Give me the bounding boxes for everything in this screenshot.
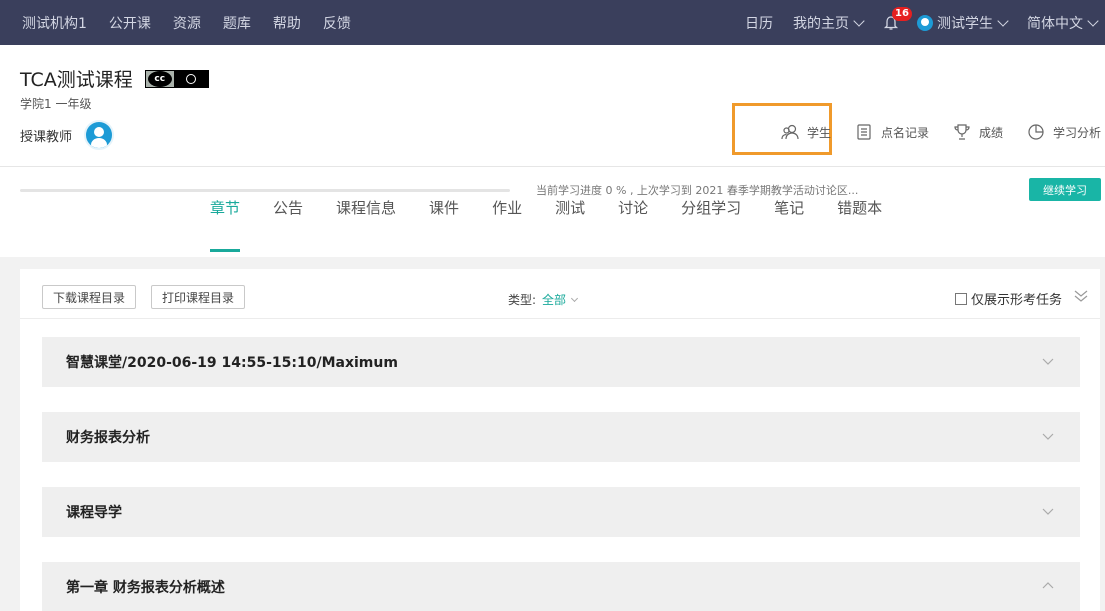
chevron-down-icon [571,294,579,302]
header-divider [0,166,1105,167]
user-menu[interactable]: 测试学生 [917,13,1009,33]
print-catalog-button[interactable]: 打印课程目录 [151,285,246,309]
type-filter-value: 全部 [542,293,567,307]
teacher-avatar[interactable] [84,120,115,150]
chapter-toolbar: 下载课程目录 打印课程目录 类型: 全部 仅展示形考任务 [20,269,1100,319]
notification-button[interactable]: 16 [883,6,912,31]
cc-license-logo: cc [144,69,209,88]
attendance-button[interactable]: 点名记录 [855,123,929,141]
tab-tests[interactable]: 测试 [555,197,585,235]
tab-chapters[interactable]: 章节 [210,197,241,252]
user-name: 测试学生 [937,15,993,32]
chapter-title: 第一章 财务报表分析概述 [66,580,225,596]
my-home-menu[interactable]: 我的主页 [793,13,865,33]
chevron-down-icon [853,14,865,27]
checkbox-icon [954,292,967,305]
pie-chart-icon [1028,124,1044,140]
analysis-label: 学习分析 [1052,125,1101,140]
chevron-down-icon [1042,433,1054,440]
attendance-label: 点名记录 [880,125,929,140]
chevron-down-icon [1087,14,1099,27]
nav-link-question-bank[interactable]: 题库 [223,13,251,33]
people-icon [781,124,799,140]
grades-label: 成绩 [978,125,1003,140]
bell-icon: 16 [883,6,912,31]
user-avatar [917,14,933,31]
chevron-down-icon [1042,358,1054,365]
document-icon [857,124,871,140]
chapter-panel: 下载课程目录 打印课程目录 类型: 全部 仅展示形考任务 智慧课堂/2020-0… [20,269,1100,611]
course-tools: 学生 点名记录 成绩 学习分析 [757,123,1101,141]
teacher-label: 授课教师 [20,129,73,145]
nav-right: 日历 我的主页 16 测试学生 简体中文 [745,0,1105,45]
tab-course-info[interactable]: 课程信息 [336,197,396,235]
course-title: TCA测试课程 cc [20,65,209,92]
tab-courseware[interactable]: 课件 [429,197,459,235]
nav-link-resources[interactable]: 资源 [173,13,201,33]
notification-badge: 16 [892,6,912,21]
chapter-item[interactable]: 财务报表分析 [42,412,1080,462]
progress-text: 当前学习进度 0 % , 上次学习到 2021 春季学期教学活动讨论区... [536,184,859,197]
course-title-text: TCA测试课程 [20,69,133,91]
type-filter-label: 类型: [508,293,537,307]
course-subtitle: 学院1 一年级 [20,97,92,111]
chapter-item[interactable]: 课程导学 [42,487,1080,537]
students-label: 学生 [806,125,831,140]
chevron-down-icon [997,14,1009,27]
only-form-checkbox[interactable]: 仅展示形考任务 [954,289,1062,308]
by-icon [173,70,208,87]
cc-icon: cc [147,70,172,87]
my-home-label: 我的主页 [793,15,849,32]
teacher-row: 授课教师 [20,120,115,150]
nav-left: 测试机构1 公开课 资源 题库 帮助 反馈 [0,0,373,45]
type-filter-select[interactable]: 全部 [542,291,579,308]
tab-notes[interactable]: 笔记 [774,197,804,235]
grades-button[interactable]: 成绩 [953,123,1003,141]
chapter-title: 财务报表分析 [66,430,150,446]
nav-link-calendar[interactable]: 日历 [745,13,773,33]
tab-wrong-questions[interactable]: 错题本 [837,197,882,235]
students-button[interactable]: 学生 [781,123,831,141]
tab-announcements[interactable]: 公告 [273,197,303,235]
tab-homework[interactable]: 作业 [492,197,522,235]
chevron-up-icon [1042,582,1054,589]
top-navbar: 测试机构1 公开课 资源 题库 帮助 反馈 日历 我的主页 16 测试学生 简体… [0,0,1105,45]
nav-link-org[interactable]: 测试机构1 [22,13,87,33]
language-menu[interactable]: 简体中文 [1027,13,1099,33]
chapter-item[interactable]: 智慧课堂/2020-06-19 14:55-15:10/Maximum [42,337,1080,387]
chapter-title: 课程导学 [66,505,122,521]
chapter-title: 智慧课堂/2020-06-19 14:55-15:10/Maximum [66,355,398,371]
nav-link-feedback[interactable]: 反馈 [323,13,351,33]
trophy-icon [954,124,970,140]
chevron-down-icon [1042,508,1054,515]
type-filter: 类型: 全部 [508,291,579,308]
analysis-button[interactable]: 学习分析 [1027,123,1101,141]
download-catalog-button[interactable]: 下载课程目录 [42,285,137,309]
tab-discussion[interactable]: 讨论 [618,197,648,235]
nav-link-open-course[interactable]: 公开课 [109,13,151,33]
only-form-label: 仅展示形考任务 [970,293,1062,308]
progress-bar [20,189,510,192]
collapse-all-icon[interactable] [1070,285,1092,307]
language-label: 简体中文 [1027,15,1083,32]
main-area: 下载课程目录 打印课程目录 类型: 全部 仅展示形考任务 智慧课堂/2020-0… [0,257,1105,611]
tab-group-study[interactable]: 分组学习 [681,197,741,235]
continue-learning-button[interactable]: 继续学习 [1029,178,1101,201]
chapter-item[interactable]: 第一章 财务报表分析概述 [42,562,1080,611]
course-tabs: 章节 公告 课程信息 课件 作业 测试 讨论 分组学习 笔记 错题本 [210,197,915,252]
nav-link-help[interactable]: 帮助 [273,13,301,33]
